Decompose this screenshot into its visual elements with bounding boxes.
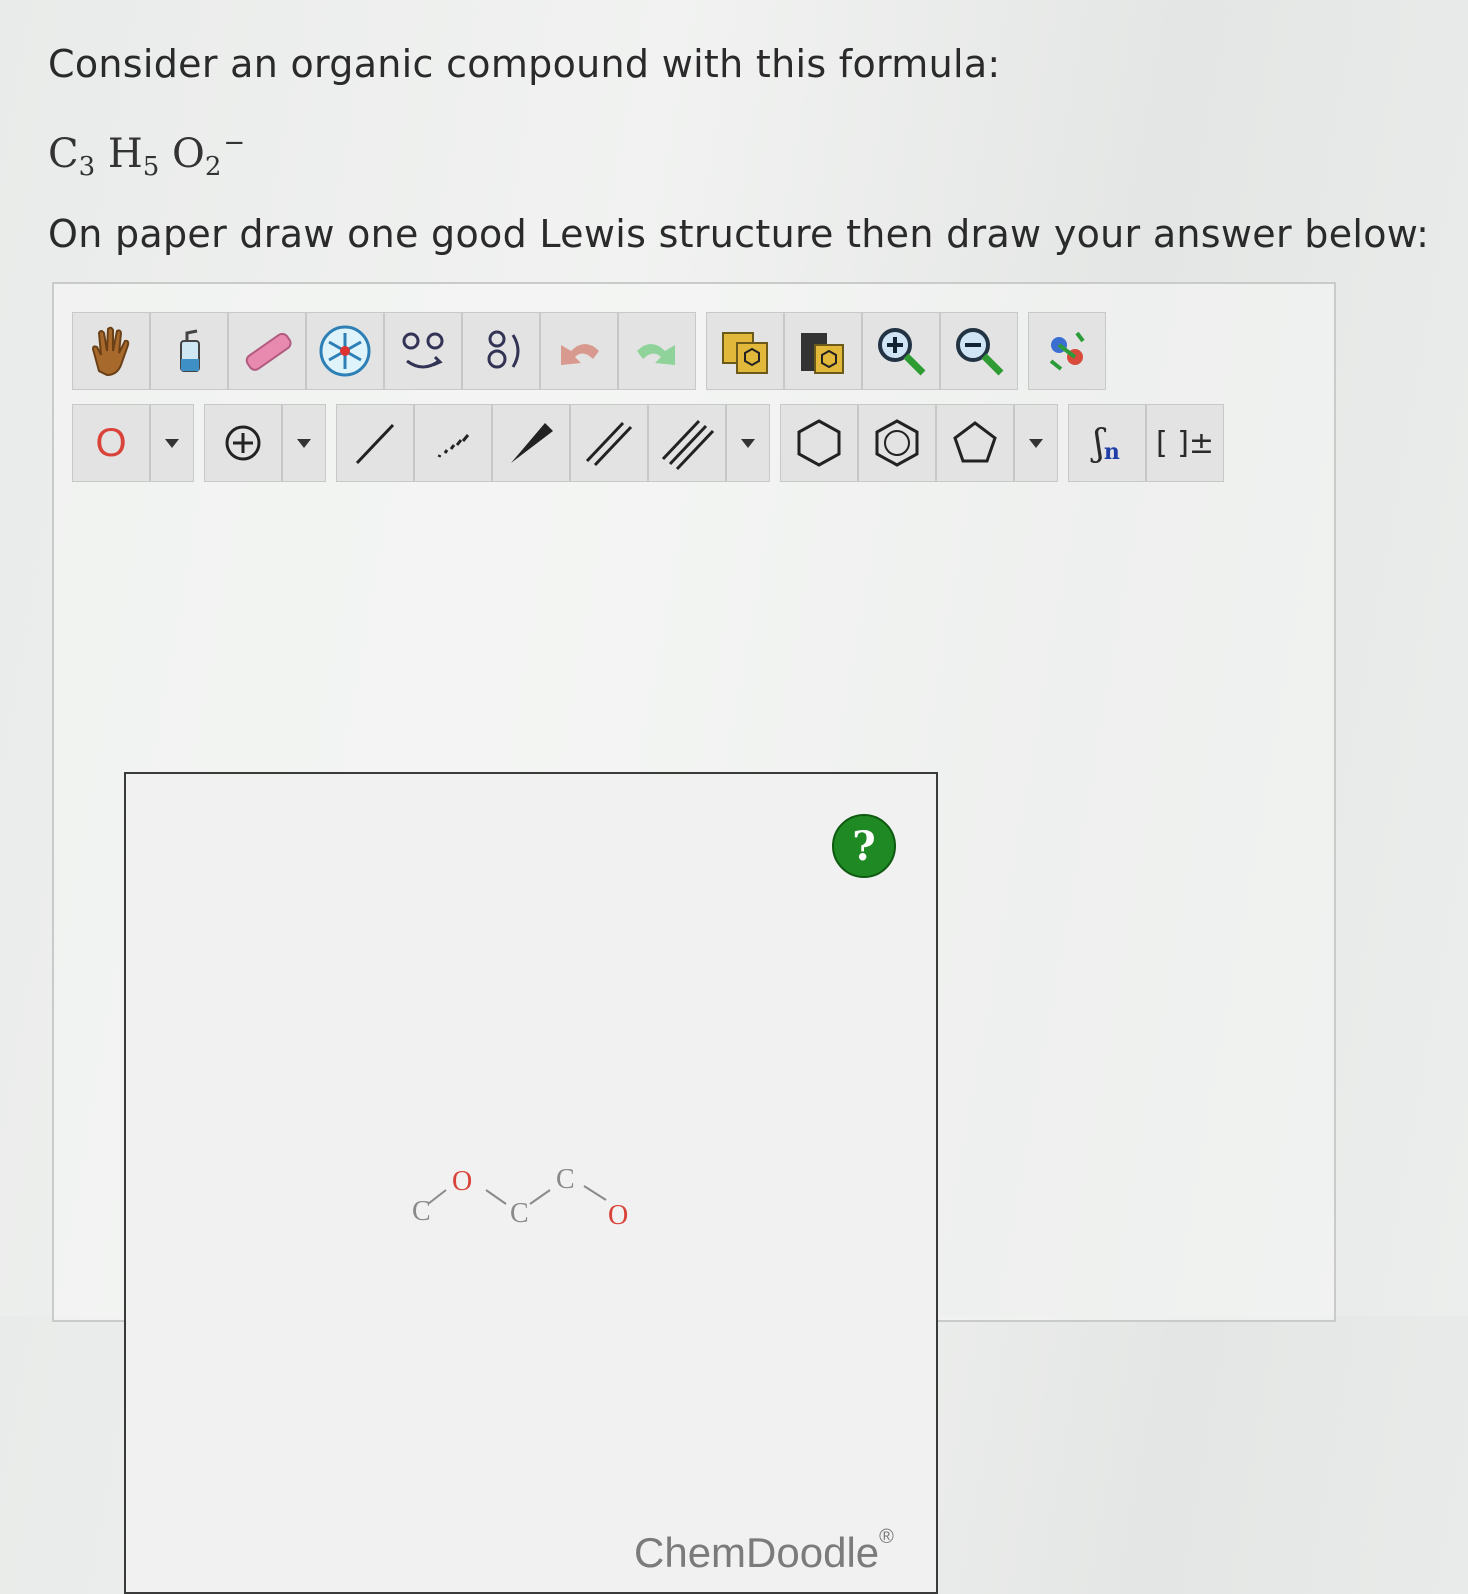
chevron-down-icon	[297, 438, 311, 448]
plus-charge-icon	[225, 425, 261, 461]
single-bond-button[interactable]	[336, 404, 414, 482]
molecular-formula: C3 H5 O2−	[48, 128, 246, 182]
chevron-down-icon	[1029, 438, 1043, 448]
copy-button[interactable]	[706, 312, 784, 390]
atom-label: O	[452, 1166, 472, 1197]
undo-button[interactable]	[540, 312, 618, 390]
flip-button[interactable]	[384, 312, 462, 390]
cyclopentane-button[interactable]	[936, 404, 1014, 482]
cyclopentane-icon	[953, 421, 997, 463]
ring-dropdown-button[interactable]	[1014, 404, 1058, 482]
atom-label: C	[412, 1196, 431, 1227]
lasso-tool-button[interactable]	[150, 312, 228, 390]
atom-label: O	[608, 1200, 628, 1231]
toolbar-row-2: O ʃ n []±	[72, 404, 1224, 482]
settings-button[interactable]	[1028, 312, 1106, 390]
settings-icon	[1049, 331, 1085, 371]
paste-icon	[801, 333, 844, 374]
triple-bond-button[interactable]	[648, 404, 726, 482]
bracket-charge-button[interactable]: [ ]±	[1146, 404, 1224, 482]
triple-bond-icon	[661, 419, 715, 471]
wedge-bond-button[interactable]	[492, 404, 570, 482]
cyclohexane-icon	[797, 419, 841, 467]
redo-button[interactable]	[618, 312, 696, 390]
rotate-icon	[487, 330, 520, 369]
atom-label: C	[556, 1164, 575, 1195]
atom-dropdown-button[interactable]	[150, 404, 194, 482]
atom-label: C	[510, 1198, 529, 1229]
flip-icon	[402, 332, 444, 369]
paste-button[interactable]	[784, 312, 862, 390]
rotate-button[interactable]	[462, 312, 540, 390]
benzene-button[interactable]	[858, 404, 936, 482]
chevron-down-icon	[741, 438, 755, 448]
help-button[interactable]: ?	[832, 814, 896, 878]
zoom-out-button[interactable]	[940, 312, 1018, 390]
eraser-icon	[245, 332, 292, 371]
undo-icon	[561, 344, 599, 365]
copy-icon	[722, 332, 768, 374]
zoom-out-icon	[956, 328, 1004, 376]
double-bond-icon	[585, 421, 633, 467]
cyclohexane-button[interactable]	[780, 404, 858, 482]
clean-structure-button[interactable]	[306, 312, 384, 390]
zoom-in-icon	[878, 328, 926, 376]
instruction-text: On paper draw one good Lewis structure t…	[48, 212, 1430, 256]
chemdoodle-editor: O ʃ n []± ? C O C C O ChemDoodle®	[52, 282, 1336, 1594]
toolbar-row-1	[72, 312, 1106, 390]
eraser-tool-button[interactable]	[228, 312, 306, 390]
integral-icon: ʃ	[1094, 422, 1104, 464]
clean-icon	[319, 325, 371, 377]
double-bond-button[interactable]	[570, 404, 648, 482]
single-bond-icon	[355, 423, 395, 465]
question-text: Consider an organic compound with this f…	[48, 42, 1001, 86]
hand-icon	[91, 326, 130, 377]
chevron-down-icon	[165, 438, 179, 448]
charge-dropdown-button[interactable]	[282, 404, 326, 482]
repeat-unit-button[interactable]: ʃ n	[1068, 404, 1146, 482]
drawing-canvas[interactable]: ? C O C C O ChemDoodle®	[124, 772, 938, 1594]
zoom-in-button[interactable]	[862, 312, 940, 390]
redo-icon	[637, 344, 675, 365]
charge-button[interactable]	[204, 404, 282, 482]
lasso-icon	[180, 329, 200, 372]
chemdoodle-logo: ChemDoodle®	[634, 1526, 894, 1576]
atom-label-button[interactable]: O	[72, 404, 150, 482]
hashed-bond-icon	[437, 434, 470, 458]
hashed-bond-button[interactable]	[414, 404, 492, 482]
benzene-icon	[875, 419, 919, 467]
bond-dropdown-button[interactable]	[726, 404, 770, 482]
molecule-structure[interactable]: C O C C O	[406, 1144, 646, 1234]
hand-tool-button[interactable]	[72, 312, 150, 390]
wedge-bond-icon	[511, 423, 553, 463]
